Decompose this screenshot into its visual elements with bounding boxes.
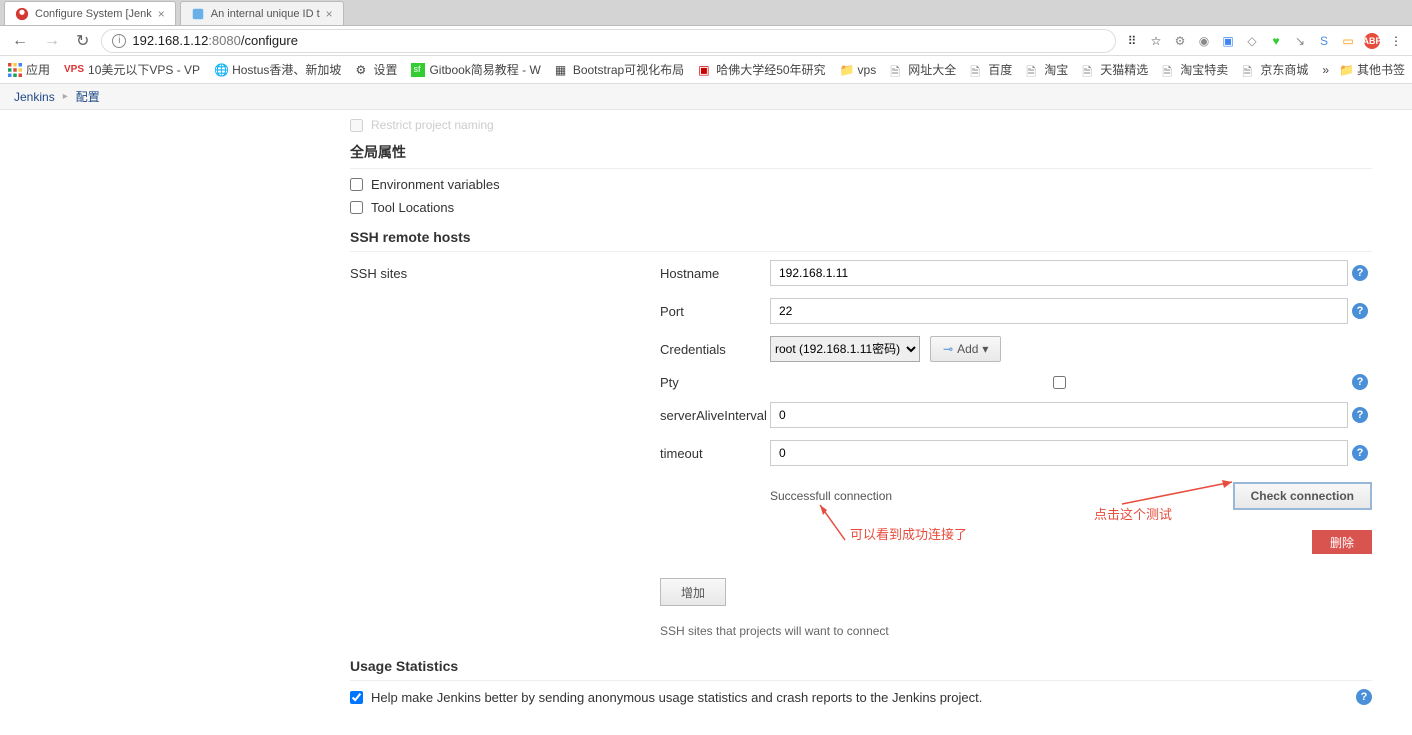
section-ssh-remote: SSH remote hosts: [350, 229, 1372, 245]
chevron-right-icon: ▸: [63, 91, 68, 102]
bookmark-item[interactable]: 🗎淘宝特卖: [1162, 61, 1228, 78]
truncated-row: Restrict project naming: [350, 118, 1372, 132]
main-content: Restrict project naming 全局属性 Environment…: [0, 110, 1412, 735]
reload-button[interactable]: ↻: [72, 31, 93, 51]
tool-locations-row: Tool Locations: [350, 196, 1372, 219]
hostname-input[interactable]: [770, 260, 1348, 286]
bookmark-item[interactable]: 🗎天猫精选: [1082, 61, 1148, 78]
apps-icon: [8, 63, 22, 77]
ssh-sites-label: SSH sites: [350, 266, 660, 281]
usage-label: Help make Jenkins better by sending anon…: [371, 690, 982, 705]
env-vars-label: Environment variables: [371, 177, 500, 192]
tab-title: An internal unique ID t: [211, 8, 320, 20]
star-icon[interactable]: ☆: [1148, 33, 1164, 49]
usage-statistics-section: Usage Statistics Help make Jenkins bette…: [350, 658, 1372, 705]
bookmark-bar: 应用 VPS 10美元以下VPS - VP 🌐Hostus香港、新加坡 ⚙设置 …: [0, 56, 1412, 84]
bookmark-item[interactable]: VPS 10美元以下VPS - VP: [64, 61, 200, 78]
adblock-icon[interactable]: ABP: [1364, 33, 1380, 49]
help-icon[interactable]: ?: [1352, 265, 1368, 281]
bookmark-item[interactable]: 📁vps: [840, 63, 877, 77]
tab-title: Configure System [Jenk: [35, 8, 152, 20]
truncated-label: Restrict project naming: [371, 118, 494, 132]
apps-button[interactable]: 应用: [8, 61, 50, 78]
ext-icon[interactable]: ↘: [1292, 33, 1308, 49]
chevron-down-icon: ▾: [982, 342, 988, 356]
key-icon: ⊸: [943, 342, 953, 356]
bookmark-item[interactable]: ▦Bootstrap可视化布局: [555, 61, 684, 78]
bookmark-item[interactable]: 🗎网址大全: [890, 61, 956, 78]
help-icon[interactable]: ?: [1356, 689, 1372, 705]
forward-button[interactable]: →: [40, 32, 64, 50]
menu-icon[interactable]: ⋮: [1388, 33, 1404, 49]
pty-label: Pty: [660, 375, 770, 390]
ext-icon[interactable]: ♥: [1268, 33, 1284, 49]
annotation-right: 点击这个测试: [1094, 504, 1172, 523]
ssh-sites-description: SSH sites that projects will want to con…: [660, 624, 1372, 638]
help-icon[interactable]: ?: [1352, 407, 1368, 423]
ssh-form: SSH sites Hostname ? Port ? Credentials …: [350, 260, 1372, 638]
bookmark-item[interactable]: 🗎百度: [970, 61, 1012, 78]
ext-icon[interactable]: ▭: [1340, 33, 1356, 49]
breadcrumb-current[interactable]: 配置: [76, 88, 100, 105]
timeout-label: timeout: [660, 446, 770, 461]
tab-other[interactable]: An internal unique ID t ×: [180, 1, 344, 25]
extension-icons: ⠿ ☆ ⚙ ◉ ▣ ◇ ♥ ↘ S ▭ ABP ⋮: [1124, 33, 1404, 49]
ext-icon[interactable]: ⚙: [1172, 33, 1188, 49]
ext-icon[interactable]: S: [1316, 33, 1332, 49]
breadcrumb-root[interactable]: Jenkins: [14, 90, 55, 104]
timeout-input[interactable]: [770, 440, 1348, 466]
address-bar: ← → ↻ i 192.168.1.12:8080/configure ⠿ ☆ …: [0, 26, 1412, 56]
other-bookmarks[interactable]: 📁其他书签: [1339, 61, 1405, 78]
close-icon[interactable]: ×: [158, 7, 165, 21]
delete-button[interactable]: 删除: [1312, 530, 1372, 554]
help-icon[interactable]: ?: [1352, 374, 1368, 390]
bookmark-item[interactable]: 🌐Hostus香港、新加坡: [214, 61, 341, 78]
url-text: 192.168.1.12:8080/configure: [132, 33, 298, 48]
bookmark-item[interactable]: ▣哈佛大学经50年研究: [698, 61, 825, 78]
page-icon: [191, 7, 205, 21]
bookmark-more[interactable]: »: [1322, 63, 1329, 77]
serveralive-input[interactable]: [770, 402, 1348, 428]
tool-locations-label: Tool Locations: [371, 200, 454, 215]
section-global-properties: 全局属性: [350, 142, 1372, 162]
credentials-select[interactable]: root (192.168.1.11密码): [770, 336, 920, 362]
connection-result-row: Successfull connection Check connection …: [770, 482, 1372, 510]
help-icon[interactable]: ?: [1352, 303, 1368, 319]
add-label: Add: [957, 342, 978, 356]
credentials-label: Credentials: [660, 342, 770, 357]
url-input[interactable]: i 192.168.1.12:8080/configure: [101, 29, 1116, 53]
back-button[interactable]: ←: [8, 32, 32, 50]
help-icon[interactable]: ?: [1352, 445, 1368, 461]
info-icon[interactable]: i: [112, 34, 126, 48]
close-icon[interactable]: ×: [326, 7, 333, 21]
usage-title: Usage Statistics: [350, 658, 1372, 674]
bookmark-item[interactable]: 🗎京东商城: [1242, 61, 1308, 78]
checkbox: [350, 119, 363, 132]
tool-locations-checkbox[interactable]: [350, 201, 363, 214]
usage-checkbox[interactable]: [350, 691, 363, 704]
jenkins-icon: [15, 7, 29, 21]
annotation-left: 可以看到成功连接了: [850, 524, 967, 543]
browser-tabs: Configure System [Jenk × An internal uni…: [0, 0, 1412, 26]
check-connection-button[interactable]: Check connection: [1233, 482, 1372, 510]
env-vars-checkbox[interactable]: [350, 178, 363, 191]
ext-icon[interactable]: ▣: [1220, 33, 1236, 49]
bookmark-item[interactable]: 🗎淘宝: [1026, 61, 1068, 78]
apps-label: 应用: [26, 61, 50, 78]
ext-icon[interactable]: ◉: [1196, 33, 1212, 49]
bookmark-item[interactable]: sfGitbook简易教程 - W: [411, 61, 540, 78]
port-input[interactable]: [770, 298, 1348, 324]
pty-checkbox[interactable]: [1053, 376, 1066, 389]
port-label: Port: [660, 304, 770, 319]
ext-icon[interactable]: ◇: [1244, 33, 1260, 49]
add-site-button[interactable]: 增加: [660, 578, 726, 606]
add-credentials-button[interactable]: ⊸ Add ▾: [930, 336, 1001, 362]
breadcrumb: Jenkins ▸ 配置: [0, 84, 1412, 110]
serveralive-label: serverAliveInterval: [660, 408, 770, 423]
hostname-label: Hostname: [660, 266, 770, 281]
translate-icon[interactable]: ⠿: [1124, 33, 1140, 49]
bookmark-item[interactable]: ⚙设置: [355, 61, 397, 78]
env-vars-row: Environment variables: [350, 173, 1372, 196]
tab-jenkins[interactable]: Configure System [Jenk ×: [4, 1, 176, 25]
